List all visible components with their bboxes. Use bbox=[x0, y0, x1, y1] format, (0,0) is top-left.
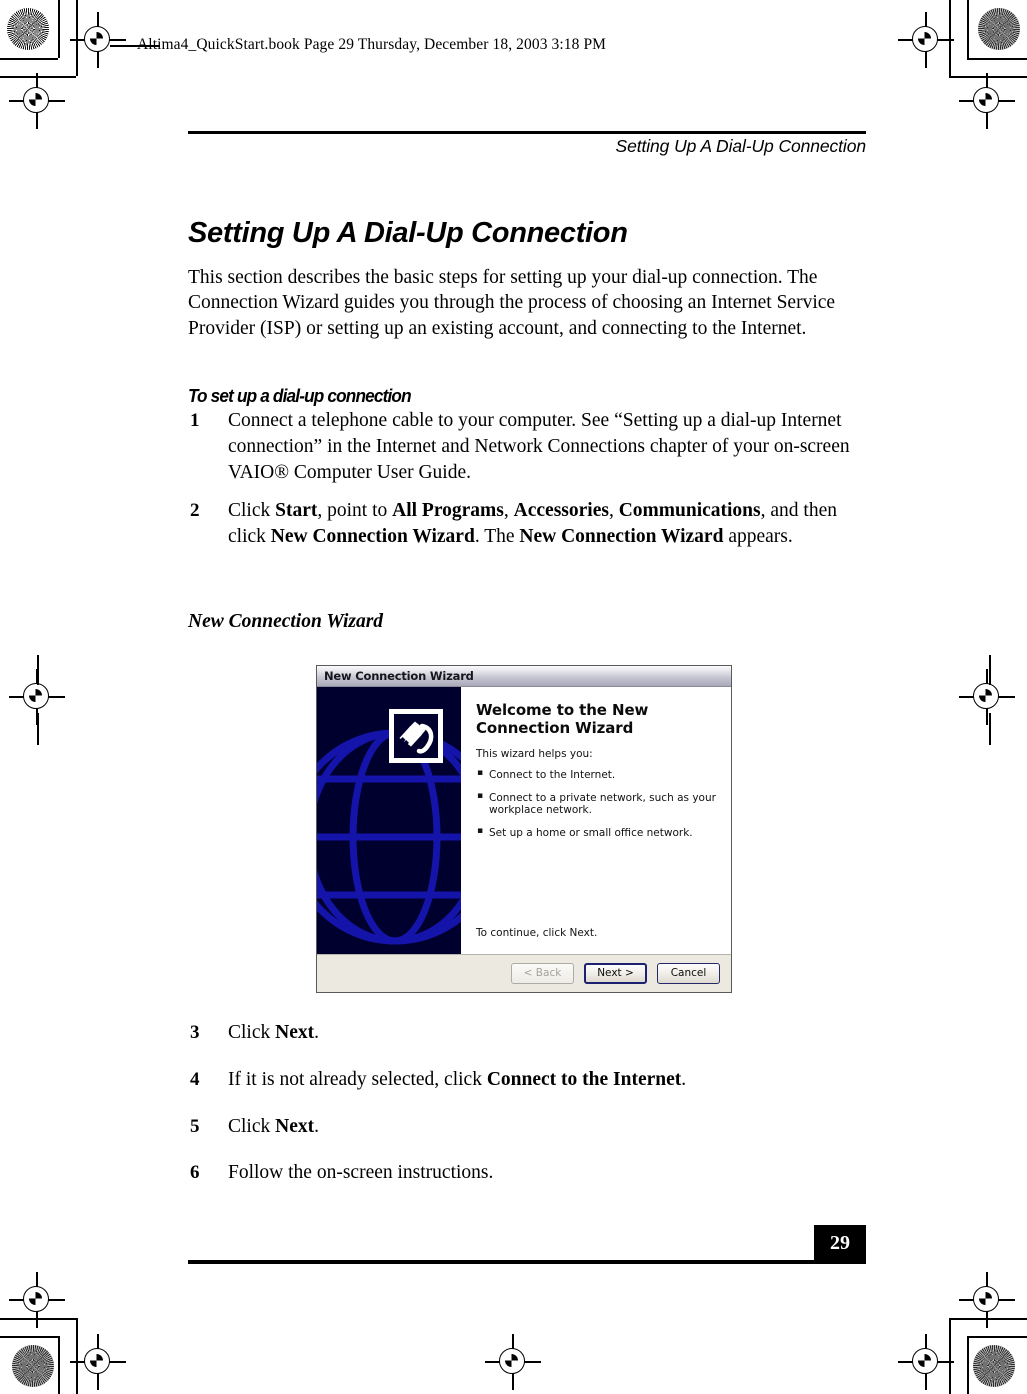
list-item: 3 Click Next. bbox=[188, 1020, 866, 1046]
registration-mark-bottom-left-inner bbox=[70, 1334, 126, 1390]
registration-mark-right-middle bbox=[959, 669, 1015, 725]
list-item: 2 Click Start, point to All Programs, Ac… bbox=[188, 498, 866, 550]
step-text: Click Next. bbox=[228, 1115, 319, 1137]
step-text: Follow the on-screen instructions. bbox=[228, 1162, 494, 1184]
footer-rule bbox=[188, 1260, 866, 1264]
network-connector-icon bbox=[389, 709, 443, 763]
step-number: 5 bbox=[190, 1115, 200, 1137]
list-item: 1 Connect a telephone cable to your comp… bbox=[188, 408, 866, 485]
step-text: Click Next. bbox=[228, 1022, 319, 1043]
dialog-footer: < Back Next > Cancel bbox=[317, 955, 731, 992]
steps-list-top: 1 Connect a telephone cable to your comp… bbox=[188, 408, 866, 563]
list-item: 6 Follow the on-screen instructions. bbox=[188, 1160, 866, 1186]
wizard-helps-intro: This wizard helps you: bbox=[476, 748, 593, 760]
page-number-badge: 29 bbox=[814, 1225, 866, 1262]
dialog-titlebar: New Connection Wizard bbox=[317, 666, 731, 687]
back-button[interactable]: < Back bbox=[511, 963, 574, 984]
star-target-bottom-left bbox=[12, 1345, 54, 1387]
star-target-top-left bbox=[7, 8, 49, 50]
figure-caption: New Connection Wizard bbox=[188, 611, 384, 632]
step-number: 2 bbox=[190, 500, 200, 522]
page-content: Setting Up A Dial-Up Connection Setting … bbox=[188, 0, 866, 1394]
list-item: 4 If it is not already selected, click C… bbox=[188, 1067, 866, 1093]
star-target-bottom-right bbox=[973, 1345, 1015, 1387]
dialog-content: Welcome to the New Connection Wizard Thi… bbox=[461, 687, 731, 954]
edge-rule-left-middle bbox=[0, 655, 60, 745]
dialog-banner bbox=[317, 687, 461, 954]
star-target-top-right bbox=[978, 8, 1020, 50]
registration-mark-left-middle bbox=[9, 669, 65, 725]
steps-list-bottom: 3 Click Next. 4 If it is not already sel… bbox=[188, 1020, 866, 1207]
section-subheading: To set up a dial-up connection bbox=[188, 385, 412, 407]
registration-mark-left-upper bbox=[9, 73, 65, 129]
step-number: 1 bbox=[190, 410, 200, 431]
corner-rules-bottom-right bbox=[947, 1314, 1027, 1394]
page-title: Setting Up A Dial-Up Connection bbox=[188, 217, 628, 250]
registration-mark-right-lower bbox=[959, 1272, 1015, 1328]
step-number: 6 bbox=[190, 1162, 200, 1184]
dialog-body: Welcome to the New Connection Wizard Thi… bbox=[317, 687, 731, 955]
list-item: Set up a home or small office network. bbox=[476, 825, 717, 840]
rj45-plug-icon bbox=[399, 721, 434, 754]
list-item: Connect to the Internet. bbox=[476, 767, 717, 782]
welcome-heading: Welcome to the New Connection Wizard bbox=[476, 701, 649, 737]
header-rule bbox=[188, 131, 866, 134]
dialog-title: New Connection Wizard bbox=[324, 669, 474, 683]
continue-instruction: To continue, click Next. bbox=[476, 927, 598, 939]
intro-paragraph: This section describes the basic steps f… bbox=[188, 266, 836, 340]
cancel-button[interactable]: Cancel bbox=[657, 963, 720, 984]
step-text: Connect a telephone cable to your comput… bbox=[228, 410, 850, 483]
list-item: 5 Click Next. bbox=[188, 1114, 866, 1140]
step-text: If it is not already selected, click Con… bbox=[228, 1068, 687, 1090]
list-item: Connect to a private network, such as yo… bbox=[476, 790, 717, 817]
step-number: 3 bbox=[190, 1022, 200, 1043]
registration-mark-left-lower bbox=[9, 1272, 65, 1328]
registration-mark-bottom-right-inner bbox=[898, 1334, 954, 1390]
registration-mark-top-left-inner bbox=[70, 12, 126, 68]
registration-mark-top-right-inner bbox=[898, 12, 954, 68]
corner-rules-top-left bbox=[0, 0, 80, 80]
corner-rules-top-right bbox=[947, 0, 1027, 80]
edge-rule-right-middle bbox=[967, 655, 1027, 745]
step-number: 4 bbox=[190, 1068, 200, 1090]
new-connection-wizard-dialog: New Connection Wizard Welcome to the New… bbox=[316, 665, 732, 993]
corner-rules-bottom-left bbox=[0, 1314, 80, 1394]
step-text: Click Start, point to All Programs, Acce… bbox=[228, 500, 837, 548]
next-button[interactable]: Next > bbox=[584, 963, 647, 984]
running-head: Setting Up A Dial-Up Connection bbox=[615, 136, 867, 156]
wizard-capability-list: Connect to the Internet. Connect to a pr… bbox=[476, 767, 717, 840]
registration-mark-right-upper bbox=[959, 73, 1015, 129]
